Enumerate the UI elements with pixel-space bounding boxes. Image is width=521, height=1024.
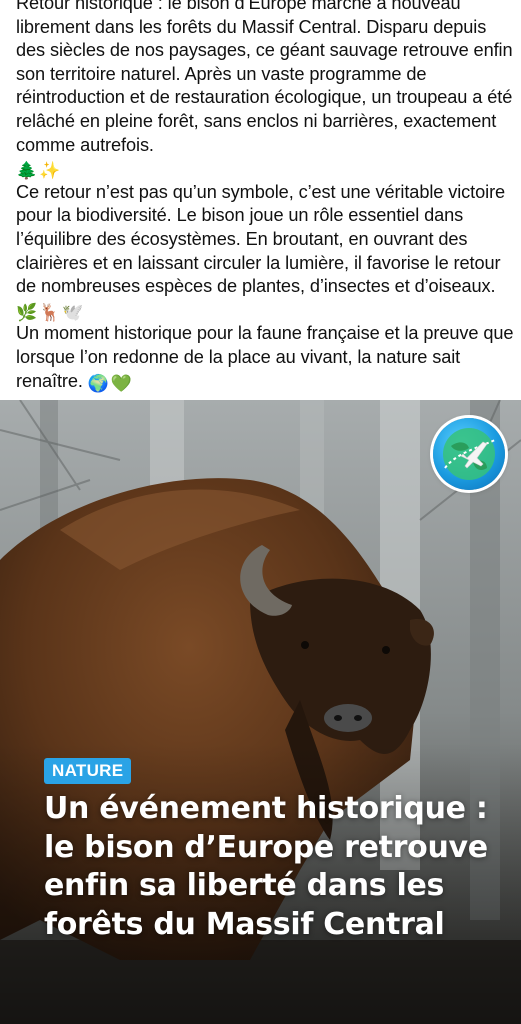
category-tag: NATURE (44, 758, 132, 784)
sparkles-emoji-icon: ✨ (39, 161, 61, 181)
tree-emoji-icon: 🌲 (16, 161, 38, 181)
deer-emoji-icon: 🦌 (39, 302, 61, 322)
post-caption: Retour historique : le bison d’Europe ma… (16, 0, 516, 393)
paragraph-text: Ce retour n’est pas qu’un symbole, c’est… (16, 181, 506, 297)
caption-paragraph-1: Retour historique : le bison d’Europe ma… (16, 0, 516, 181)
article-headline[interactable]: Un événement historique : le bison d’Eur… (44, 790, 504, 944)
green-heart-emoji-icon: 💚 (110, 373, 132, 393)
paragraph-text: Retour historique : le bison d’Europe ma… (16, 0, 513, 155)
dove-emoji-icon: 🕊️ (62, 302, 84, 322)
globe-emoji-icon: 🌍 (87, 373, 109, 393)
herb-emoji-icon: 🌿 (16, 302, 38, 322)
caption-paragraph-2: Ce retour n’est pas qu’un symbole, c’est… (16, 181, 516, 323)
globe-airplane-icon[interactable] (433, 418, 505, 490)
caption-paragraph-3: Un moment historique pour la faune franç… (16, 322, 516, 393)
